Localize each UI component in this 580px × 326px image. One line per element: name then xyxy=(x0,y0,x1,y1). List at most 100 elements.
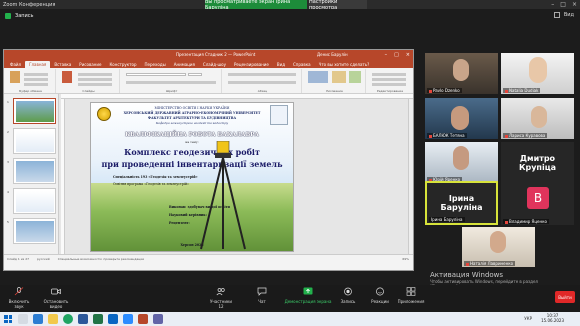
shapes-gallery[interactable] xyxy=(308,71,328,83)
participant-avatar-initial: B xyxy=(527,187,549,209)
language-tray[interactable]: УКР xyxy=(524,316,532,321)
tab-design[interactable]: Конструктор xyxy=(105,61,140,68)
zoom-taskbar-icon[interactable] xyxy=(123,314,133,324)
participant-tile[interactable]: Наталія Лавриненко xyxy=(462,227,535,267)
ppt-workspace: 1 2 3 4 5 МІНІСТЕРСТВО ОСВІТИ І НАУКИ УК… xyxy=(4,94,413,262)
participant-tile[interactable]: Pavlo Dzenko xyxy=(425,53,498,94)
muted-mic-icon xyxy=(505,220,508,224)
participant-tile[interactable]: Natalia Dudiak xyxy=(501,53,574,94)
search-icon[interactable] xyxy=(18,314,28,324)
word-icon[interactable] xyxy=(78,314,88,324)
tab-slideshow[interactable]: Слайд-шоу xyxy=(199,61,230,68)
current-slide[interactable]: МІНІСТЕРСТВО ОСВІТИ І НАУКИ УКРАЇНИ ХЕРС… xyxy=(90,102,294,252)
tab-help[interactable]: Справка xyxy=(289,61,315,68)
file-explorer-icon[interactable] xyxy=(48,314,58,324)
font-family-select[interactable] xyxy=(126,73,186,76)
gallery-view-icon[interactable] xyxy=(553,12,560,18)
chat-button[interactable]: Чат xyxy=(252,287,272,304)
ribbon-group-label: Слайды xyxy=(82,89,95,93)
task-view-icon[interactable] xyxy=(33,314,43,324)
muted-mic-icon xyxy=(505,89,508,93)
select-button[interactable] xyxy=(372,83,406,86)
tab-transitions[interactable]: Переходы xyxy=(141,61,170,68)
cut-button[interactable] xyxy=(24,73,48,76)
vertical-scrollbar[interactable] xyxy=(408,99,413,254)
new-slide-icon[interactable] xyxy=(62,71,72,83)
format-painter-button[interactable] xyxy=(24,83,48,86)
ribbon-group-drawing: Рисование xyxy=(304,69,366,93)
slide-thumbnails-pane: 1 2 3 4 5 xyxy=(4,94,59,262)
ribbon-group-slides: Слайды xyxy=(58,69,120,93)
security-shield-icon[interactable] xyxy=(5,13,11,19)
slide-thumbnail[interactable]: 1 xyxy=(7,98,56,124)
view-button[interactable]: Вид xyxy=(564,12,574,18)
teams-icon[interactable] xyxy=(153,314,163,324)
view-options-button[interactable]: Настройки просмотра xyxy=(309,0,367,11)
leave-meeting-button[interactable]: Выйти xyxy=(555,291,575,303)
app-title: Zoom Конференция xyxy=(3,1,56,8)
slide-thumbnail[interactable]: 4 xyxy=(7,188,56,214)
align-buttons[interactable] xyxy=(228,81,296,84)
active-speaker-tile[interactable]: Ірина Баруліна Ірина Баруліна xyxy=(425,181,498,225)
font-format-buttons[interactable] xyxy=(126,81,216,84)
replace-button[interactable] xyxy=(372,78,406,81)
minimize-icon[interactable]: – xyxy=(385,52,388,58)
smiley-face-icon xyxy=(376,287,384,296)
maximize-icon[interactable]: □ xyxy=(560,1,566,8)
quick-styles-icon[interactable] xyxy=(349,71,361,83)
windows-start-icon[interactable] xyxy=(4,315,12,323)
tab-draw[interactable]: Рисование xyxy=(75,61,105,68)
copy-button[interactable] xyxy=(24,78,48,81)
edge-icon[interactable] xyxy=(108,314,118,324)
close-icon[interactable]: × xyxy=(406,52,410,58)
zoom-level[interactable]: 69% xyxy=(402,257,409,261)
zoom-window: Zoom Конференция Вы просматриваете экран… xyxy=(0,0,580,326)
stop-video-button[interactable]: Остановить видео xyxy=(38,287,74,309)
thumbnail-image xyxy=(16,161,54,182)
close-icon[interactable]: × xyxy=(572,1,577,8)
maximize-icon[interactable]: □ xyxy=(394,52,399,58)
unmute-button[interactable]: Включить звук xyxy=(4,287,34,309)
minimize-icon[interactable]: – xyxy=(551,1,554,8)
record-button[interactable]: Запись xyxy=(338,287,358,304)
slide-thumbnail[interactable]: 3 xyxy=(7,158,56,184)
powerpoint-icon[interactable] xyxy=(138,314,148,324)
tab-insert[interactable]: Вставка xyxy=(50,61,75,68)
layout-button[interactable] xyxy=(78,73,112,76)
participant-tile[interactable]: Лариса Куравова xyxy=(501,98,574,139)
share-screen-button[interactable]: Демонстрация экрана xyxy=(282,287,334,304)
font-size-select[interactable] xyxy=(188,73,202,76)
language-indicator[interactable]: русский xyxy=(37,257,50,261)
tab-review[interactable]: Рецензирование xyxy=(230,61,273,68)
tab-view[interactable]: Вид xyxy=(273,61,289,68)
paste-icon[interactable] xyxy=(10,71,20,83)
video-camera-icon xyxy=(51,288,61,295)
arrange-icon[interactable] xyxy=(332,71,346,83)
participant-tile[interactable]: Юрій Яренко xyxy=(425,142,498,183)
tell-me-search[interactable]: Что вы хотите сделать? xyxy=(315,61,374,68)
apps-button[interactable]: Приложения xyxy=(396,287,426,304)
slide-thumbnail[interactable]: 2 xyxy=(7,128,56,154)
system-clock[interactable]: 10:37 15.06.2023 xyxy=(541,313,564,323)
slide-thumbnail[interactable]: 5 xyxy=(7,218,56,244)
participant-tile[interactable]: B Владимир Яценко xyxy=(501,181,574,225)
reset-button[interactable] xyxy=(78,78,112,81)
view-switcher[interactable]: Вид xyxy=(553,12,574,18)
participants-button[interactable]: Участники 12 xyxy=(208,287,234,309)
participant-tile[interactable]: Дмитро Крупіца xyxy=(501,142,574,183)
participant-name: Наталія Лавриненко xyxy=(464,261,516,266)
tab-file[interactable]: Файл xyxy=(6,61,25,68)
participants-label: Участники 12 xyxy=(209,299,232,309)
list-buttons[interactable] xyxy=(228,73,296,76)
chrome-icon[interactable] xyxy=(63,314,73,324)
tab-animations[interactable]: Анимация xyxy=(170,61,199,68)
excel-icon[interactable] xyxy=(93,314,103,324)
participant-tile[interactable]: БАЛЮК Тетяна xyxy=(425,98,498,139)
accessibility-status[interactable]: Специальные возможности: проверьте реком… xyxy=(58,257,145,261)
section-button[interactable] xyxy=(78,83,112,86)
reactions-button[interactable]: Реакции xyxy=(368,287,392,304)
geodetic-tripod-icon xyxy=(200,141,246,250)
ribbon-group-label: Буфер обмена xyxy=(19,89,42,93)
tab-home[interactable]: Главная xyxy=(25,61,51,68)
find-button[interactable] xyxy=(372,73,406,76)
